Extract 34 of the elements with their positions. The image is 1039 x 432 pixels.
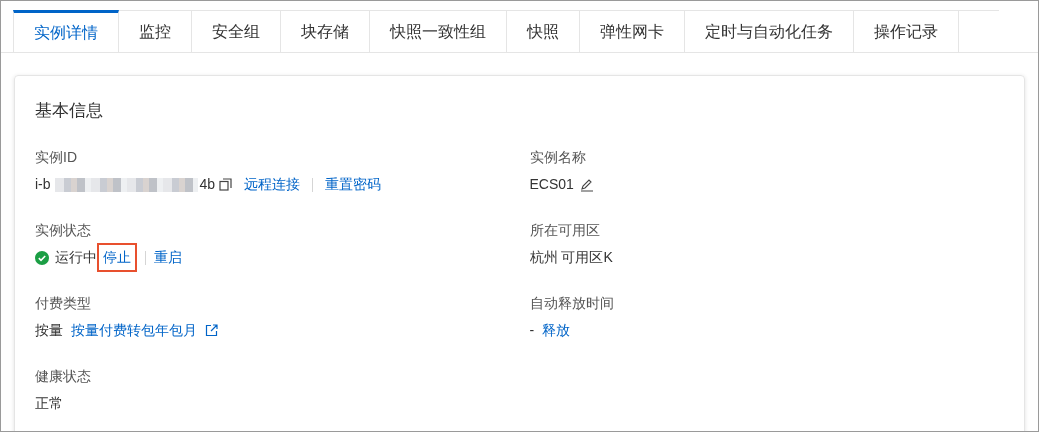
action-link[interactable]: 按量付费转包年包月 [71, 320, 197, 341]
field-label: 健康状态 [35, 366, 92, 386]
field-value: 按量 [35, 321, 63, 340]
pencil-icon[interactable] [579, 177, 594, 192]
field-value: - [529, 321, 535, 340]
field-label: 自动释放时间 [529, 293, 615, 313]
action-link[interactable]: 重启 [154, 247, 182, 268]
tab[interactable]: 操作记录 [854, 10, 959, 52]
tab[interactable]: 安全组 [192, 10, 281, 52]
field-value: i-b [35, 175, 51, 194]
tab[interactable]: 弹性网卡 [580, 10, 685, 52]
external-link-icon[interactable] [205, 324, 218, 337]
action-link[interactable]: 远程连接 [244, 174, 301, 195]
field-label: 付费类型 [35, 293, 92, 313]
tab[interactable]: 快照一致性组 [370, 10, 507, 52]
action-link[interactable]: 停止 [97, 243, 137, 272]
field-label: 实例ID [35, 147, 78, 167]
field-value: 正常 [35, 394, 63, 413]
field-label: 实例名称 [529, 147, 587, 167]
tab[interactable]: 实例详情 [13, 10, 119, 52]
tab[interactable]: 快照 [507, 10, 580, 52]
field-label: 实例状态 [35, 220, 92, 240]
field-value: 4b [199, 175, 216, 194]
tab[interactable]: 定时与自动化任务 [685, 10, 854, 52]
tab[interactable]: 块存储 [281, 10, 370, 52]
copy-icon[interactable] [219, 178, 233, 191]
field-value: ECS01 [529, 175, 574, 194]
field-label: 所在可用区 [529, 220, 601, 240]
status-text: 运行中 [55, 248, 97, 267]
section-title: 基本信息 [35, 100, 104, 122]
action-link[interactable]: 重置密码 [325, 174, 382, 195]
action-link[interactable]: 释放 [542, 320, 571, 341]
field-value: 杭州 可用区K [529, 248, 613, 267]
tab[interactable]: 监控 [119, 10, 192, 52]
